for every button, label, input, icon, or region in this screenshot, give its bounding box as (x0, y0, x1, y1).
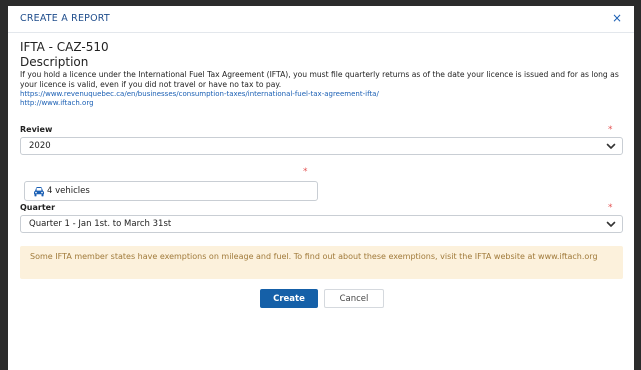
car-icon (34, 187, 44, 197)
description-section: IFTA - CAZ-510 Description If you hold a… (20, 40, 624, 108)
close-icon[interactable]: × (612, 12, 622, 24)
review-required-mark: * (608, 125, 613, 135)
dialog-title: CREATE A REPORT (20, 13, 110, 24)
dialog-header: CREATE A REPORT × (8, 6, 634, 33)
page-title: IFTA - CAZ-510 (20, 40, 109, 54)
cancel-button[interactable]: Cancel (324, 289, 384, 308)
quarter-select[interactable]: Quarter 1 - Jan 1st. to March 31st (20, 215, 623, 233)
description-text: If you hold a licence under the Internat… (20, 70, 619, 89)
chevron-down-icon (606, 143, 616, 149)
exemption-alert: Some IFTA member states have exemptions … (20, 246, 623, 279)
vehicles-selector[interactable]: 4 vehicles (24, 181, 318, 201)
quarter-required-mark: * (608, 203, 613, 213)
chevron-down-icon (606, 221, 616, 227)
review-select[interactable]: 2020 (20, 137, 623, 155)
alert-text: Some IFTA member states have exemptions … (30, 252, 598, 261)
quarter-label: Quarter (20, 203, 56, 212)
create-report-dialog: CREATE A REPORT × IFTA - CAZ-510 Descrip… (8, 6, 634, 370)
quarter-value: Quarter 1 - Jan 1st. to March 31st (29, 219, 172, 229)
revenu-quebec-link[interactable]: https://www.revenuquebec.ca/en/businesse… (20, 90, 624, 99)
review-label: Review (20, 125, 53, 134)
iftach-link[interactable]: http://www.iftach.org (20, 99, 624, 108)
description-heading: Description (20, 55, 89, 69)
review-value: 2020 (29, 141, 51, 151)
vehicles-count: 4 vehicles (47, 186, 90, 196)
vehicles-required-mark: * (303, 167, 308, 177)
create-button[interactable]: Create (260, 289, 318, 308)
